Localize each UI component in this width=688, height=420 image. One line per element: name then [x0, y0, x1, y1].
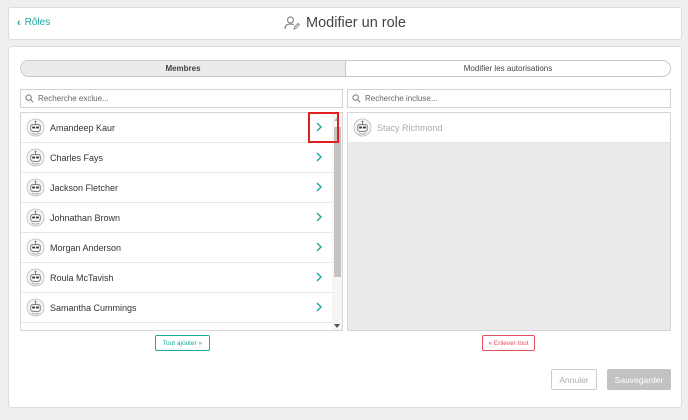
member-row[interactable]: Jackson Fletcher [21, 173, 342, 203]
included-search-input[interactable] [365, 94, 645, 103]
chevron-right-icon[interactable] [315, 272, 323, 282]
member-row[interactable]: Morgan Anderson [21, 233, 342, 263]
header-bar: ‹ Rôles Modifier un role [8, 7, 682, 40]
member-row[interactable]: Samantha Cummings [21, 293, 342, 323]
excluded-members-list: Amandeep Kaur Charles Fays Jackson Fletche… [20, 112, 343, 331]
highlight-box [308, 112, 339, 143]
chevron-right-icon[interactable] [315, 212, 323, 222]
page-title-group: Modifier un role [9, 15, 681, 31]
member-name: Morgan Anderson [50, 242, 122, 253]
avatar-icon [26, 178, 45, 197]
member-row[interactable]: Amandeep Kaur [21, 113, 342, 143]
included-member-row[interactable]: Stacy Richmond [348, 113, 670, 143]
member-row[interactable]: Johnathan Brown [21, 203, 342, 233]
avatar-icon [353, 118, 372, 137]
avatar-icon [26, 208, 45, 227]
member-name: Charles Fays [50, 152, 104, 163]
member-name: Roula McTavish [50, 272, 114, 283]
avatar-icon [26, 268, 45, 287]
excluded-search-input[interactable] [38, 94, 318, 103]
member-name: Stacy Richmond [377, 122, 443, 133]
avatar-icon [26, 148, 45, 167]
chevron-right-icon[interactable] [315, 242, 323, 252]
tab-permissions[interactable]: Modifier les autorisations [346, 61, 670, 76]
save-button[interactable]: Sauvegarder [607, 369, 671, 390]
user-edit-icon [284, 16, 301, 30]
search-icon [25, 94, 34, 103]
remove-all-button[interactable]: « Enlever tout [482, 335, 535, 351]
member-name: Samantha Cummings [50, 302, 137, 313]
search-icon [352, 94, 361, 103]
avatar-icon [26, 118, 45, 137]
included-search [347, 89, 671, 108]
scrollbar[interactable] [332, 113, 342, 330]
chevron-right-icon[interactable] [315, 302, 323, 312]
member-name: Jackson Fletcher [50, 182, 119, 193]
avatar-icon [26, 238, 45, 257]
member-row[interactable]: Roula McTavish [21, 263, 342, 293]
chevron-right-icon[interactable] [315, 152, 323, 162]
chevron-right-icon[interactable] [315, 182, 323, 192]
add-all-button[interactable]: Tout ajouter » [155, 335, 210, 351]
member-row[interactable]: Charles Fays [21, 143, 342, 173]
member-name: Johnathan Brown [50, 212, 121, 223]
excluded-search [20, 89, 343, 108]
avatar-icon [26, 298, 45, 317]
member-name: Amandeep Kaur [50, 122, 116, 133]
role-editor-card: Membres Modifier les autorisations Amand… [8, 46, 682, 408]
cancel-button[interactable]: Annuler [551, 369, 597, 390]
page-title: Modifier un role [306, 15, 406, 31]
included-members-list: Stacy Richmond [347, 112, 671, 331]
scrollbar-thumb[interactable] [334, 127, 341, 277]
tab-members[interactable]: Membres [21, 61, 346, 76]
tab-bar: Membres Modifier les autorisations [20, 60, 671, 77]
scroll-down-icon[interactable] [334, 324, 340, 328]
